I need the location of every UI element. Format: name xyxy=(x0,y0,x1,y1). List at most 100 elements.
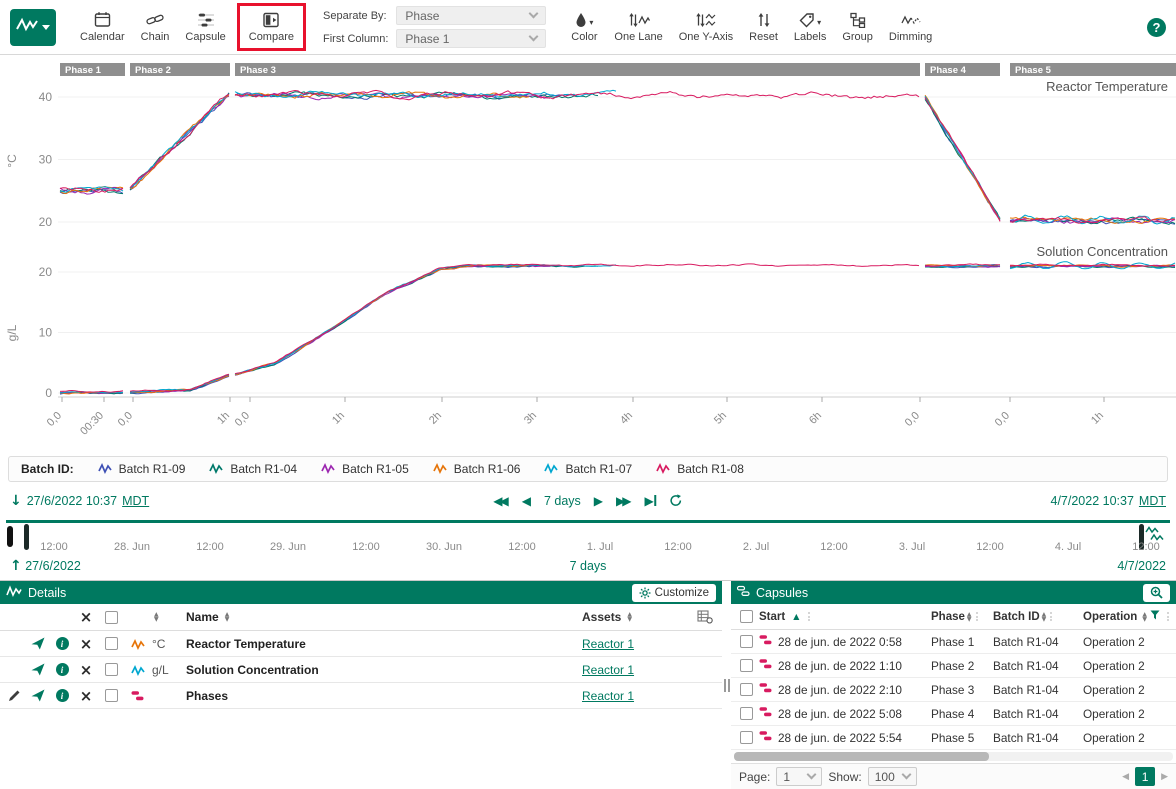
timebar-tick: 2. Jul xyxy=(743,541,769,553)
column-start[interactable]: Start▲ xyxy=(759,611,931,623)
asset-link[interactable]: Reactor 1 xyxy=(582,689,634,703)
send-to-trend-icon[interactable] xyxy=(26,637,50,650)
separate-by-select[interactable]: Phase xyxy=(396,6,546,25)
row-checkbox[interactable] xyxy=(98,663,124,676)
step-forward-icon[interactable]: ▶ xyxy=(594,495,603,507)
asset-link[interactable]: Reactor 1 xyxy=(582,637,634,651)
asset-link[interactable]: Reactor 1 xyxy=(582,663,634,677)
capsule-row[interactable]: 28 de jun. de 2022 5:54Phase 5Batch R1-0… xyxy=(731,726,1176,750)
toolbar-reset-button[interactable]: Reset xyxy=(741,7,786,47)
scrollbar-thumb[interactable] xyxy=(734,752,989,761)
annotation-highlight-box: Compare xyxy=(237,3,306,51)
toolbar-labels-button[interactable]: ▾Labels xyxy=(786,7,834,47)
send-to-trend-icon[interactable] xyxy=(26,663,50,676)
toolbar-one-y-axis-button[interactable]: One Y-Axis xyxy=(671,7,741,47)
remove-icon[interactable]: × xyxy=(74,687,98,705)
step-back-full-icon[interactable]: ◀◀ xyxy=(493,495,508,507)
arrow-down-icon[interactable]: ↓ xyxy=(10,493,22,509)
toolbar-calendar-button[interactable]: Calendar xyxy=(72,3,133,51)
row-checkbox[interactable] xyxy=(733,707,759,720)
toolbar-one-lane-button[interactable]: One Lane xyxy=(606,7,670,47)
remove-icon[interactable]: × xyxy=(74,661,98,679)
capsule-row[interactable]: 28 de jun. de 2022 0:58Phase 1Batch R1-0… xyxy=(731,630,1176,654)
svg-text:1h: 1h xyxy=(330,410,347,427)
first-column-select[interactable]: Phase 1 xyxy=(396,29,546,48)
horizontal-scrollbar[interactable] xyxy=(734,752,1173,761)
toolbar-chain-button[interactable]: Chain xyxy=(133,3,178,51)
timebar-tick: 29. Jun xyxy=(270,541,306,553)
row-checkbox[interactable] xyxy=(733,683,759,696)
toolbar-dimming-button[interactable]: Dimming xyxy=(881,7,940,47)
onelane-icon xyxy=(628,11,650,28)
calendar-icon xyxy=(94,11,111,28)
row-checkbox[interactable] xyxy=(733,731,759,744)
toolbar-group-button[interactable]: Group xyxy=(834,7,881,47)
condition-icon xyxy=(759,706,773,721)
info-icon[interactable]: i xyxy=(50,637,74,650)
scrubber-edge-handle[interactable] xyxy=(7,526,13,547)
column-assets[interactable]: Assets▲▼ xyxy=(582,610,690,624)
capsule-row[interactable]: 28 de jun. de 2022 1:10Phase 2Batch R1-0… xyxy=(731,654,1176,678)
svg-text:10: 10 xyxy=(39,326,53,340)
condition-icon xyxy=(759,730,773,745)
range-step-controls: ◀◀ ◀ 7 days ▶ ▶▶ ▶ xyxy=(493,494,682,509)
select-all-checkbox[interactable] xyxy=(733,610,759,623)
sort-control[interactable]: ▲▼ xyxy=(152,612,186,622)
timezone-link[interactable]: MDT xyxy=(1139,494,1166,508)
unit-label: °C xyxy=(152,637,186,651)
scrubber-left-handle[interactable] xyxy=(24,524,29,550)
page-select[interactable]: 1 xyxy=(776,767,822,786)
capsule-row[interactable]: 28 de jun. de 2022 2:10Phase 3Batch R1-0… xyxy=(731,678,1176,702)
svg-text:40: 40 xyxy=(39,90,53,104)
step-to-end-icon[interactable]: ▶ xyxy=(645,495,657,507)
step-forward-full-icon[interactable]: ▶▶ xyxy=(616,495,631,507)
grid-settings-icon[interactable] xyxy=(690,610,720,624)
timebar-tick: 12:00 xyxy=(1132,541,1160,553)
help-button[interactable]: ? xyxy=(1147,18,1166,37)
arrow-up-icon[interactable]: ↑ xyxy=(10,558,22,574)
svg-text:Phase 3: Phase 3 xyxy=(240,65,276,76)
toolbar-color-button[interactable]: ▾Color xyxy=(562,7,606,47)
row-checkbox[interactable] xyxy=(98,637,124,650)
svg-text:0,0: 0,0 xyxy=(903,410,922,429)
row-checkbox[interactable] xyxy=(733,635,759,648)
edit-pencil-icon[interactable] xyxy=(2,689,26,702)
timebar-tick: 12:00 xyxy=(40,541,68,553)
row-checkbox[interactable] xyxy=(98,689,124,702)
capsule-row[interactable]: 28 de jun. de 2022 5:08Phase 4Batch R1-0… xyxy=(731,702,1176,726)
details-row[interactable]: i×g/LSolution ConcentrationReactor 1 xyxy=(0,657,722,683)
row-checkbox[interactable] xyxy=(733,659,759,672)
select-all-checkbox[interactable] xyxy=(98,611,124,624)
step-back-icon[interactable]: ◀ xyxy=(522,495,531,507)
filter-icon[interactable] xyxy=(1150,610,1160,623)
send-to-trend-icon[interactable] xyxy=(26,689,50,702)
zoom-to-capsule-button[interactable] xyxy=(1143,584,1170,602)
remove-icon[interactable]: × xyxy=(74,635,98,653)
details-row[interactable]: i×PhasesReactor 1 xyxy=(0,683,722,709)
column-operation[interactable]: Operation▲▼ xyxy=(1083,610,1174,623)
timeline-scrubber[interactable]: 12:0028. Jun12:0029. Jun12:0030. Jun12:0… xyxy=(6,520,1170,555)
prev-page-icon[interactable]: ◀ xyxy=(1122,772,1129,782)
trend-view-button[interactable] xyxy=(10,9,56,46)
legend-item: Batch R1-06 xyxy=(433,462,521,477)
remove-all-icon[interactable]: × xyxy=(74,608,98,626)
info-icon[interactable]: i xyxy=(50,689,74,702)
column-name[interactable]: Name▲▼ xyxy=(186,610,582,624)
info-icon[interactable]: i xyxy=(50,663,74,676)
toolbar-compare-button[interactable]: Compare xyxy=(241,7,302,47)
show-select[interactable]: 100 xyxy=(868,767,917,786)
trend-chart[interactable]: 40302020100°Cg/LReactor TemperatureSolut… xyxy=(0,55,1176,451)
current-page-button[interactable]: 1 xyxy=(1135,767,1155,786)
panel-splitter[interactable] xyxy=(722,581,731,789)
customize-button[interactable]: Customize xyxy=(632,584,716,602)
range-start: ↓ 27/6/2022 10:37 MDT xyxy=(10,493,149,509)
column-batch-id[interactable]: Batch ID▲▼ xyxy=(993,611,1083,623)
toolbar-capsule-button[interactable]: Capsule xyxy=(177,3,233,51)
column-phase[interactable]: Phase▲▼ xyxy=(931,611,993,623)
condition-icon xyxy=(124,690,152,702)
timezone-link[interactable]: MDT xyxy=(122,494,149,508)
toolbar-button-label: One Lane xyxy=(614,31,662,43)
details-row[interactable]: i×°CReactor TemperatureReactor 1 xyxy=(0,631,722,657)
refresh-icon[interactable] xyxy=(670,494,683,509)
next-page-icon[interactable]: ▶ xyxy=(1161,772,1168,782)
